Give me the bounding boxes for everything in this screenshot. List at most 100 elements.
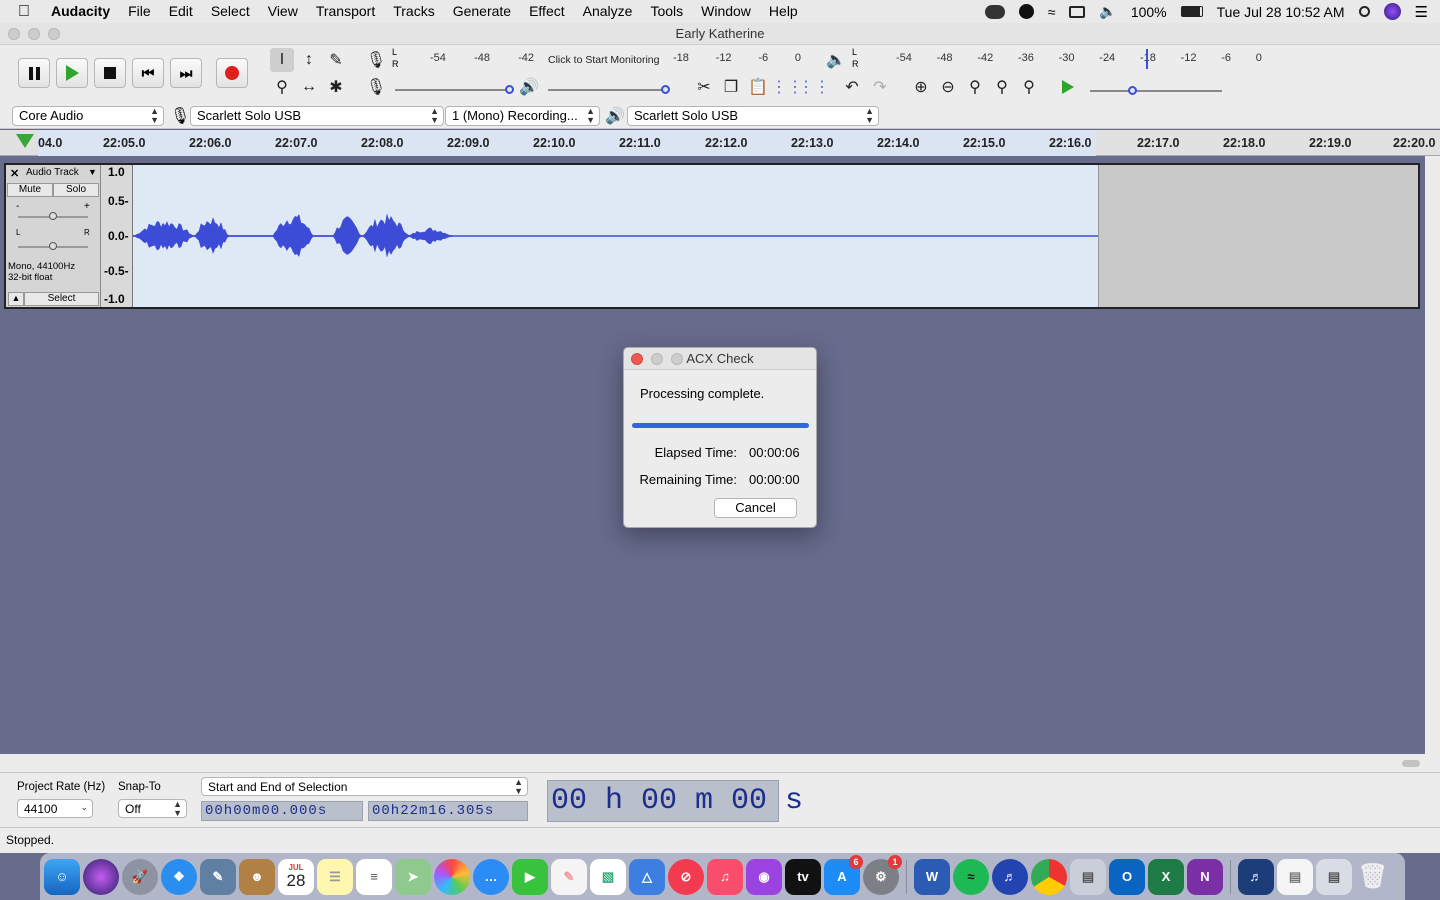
play-speed-slider[interactable] [1090,86,1222,95]
selection-mode-select[interactable]: Start and End of Selection ▲ ▼ [201,777,528,796]
menu-generate[interactable]: Generate [444,0,520,23]
word-icon[interactable]: W [914,858,950,895]
notes-icon[interactable]: ☰ [317,858,353,895]
news-icon[interactable]: ⊘ [668,858,704,895]
vertical-scrollbar[interactable] [1425,156,1440,772]
audio-host-select[interactable]: Core Audio ▲ ▼ [12,106,164,126]
zoom-in-icon[interactable]: ⊕ [909,75,933,99]
outlook-icon[interactable]: O [1109,858,1145,895]
playback-meter-scale[interactable]: -54 -48 -42 -36 -30 -24 -18 -12 -6 0 [896,52,1262,66]
menu-view[interactable]: View [259,0,307,23]
volume-icon[interactable]: 🔈 [1099,3,1116,20]
dialog-close-button[interactable] [631,353,643,365]
onenote-icon[interactable]: N [1187,858,1223,895]
facetime-icon[interactable]: ▶ [512,858,548,895]
amplitude-scale[interactable]: 1.0 0.5- 0.0- -0.5- -1.0 [101,165,133,307]
cancel-button[interactable]: Cancel [714,498,797,518]
launchpad-icon[interactable]: 🚀 [122,858,158,895]
notification-center-icon[interactable]: ☰ [1415,3,1428,21]
music-icon[interactable]: ♫ [707,858,743,895]
battery-icon[interactable] [1180,6,1203,17]
creative-cloud-icon[interactable] [984,4,1005,19]
preview-icon[interactable]: ✎ [200,858,236,895]
track-empty-area[interactable] [1098,165,1418,307]
dark-circle-icon[interactable] [1018,4,1034,19]
system-preferences-icon[interactable]: ⚙ 1 [863,854,902,895]
photos-icon[interactable] [434,858,470,895]
menu-help[interactable]: Help [760,0,807,23]
apple-tv-icon[interactable]: tv [785,858,821,895]
pages-icon[interactable]: ✎ [551,858,587,895]
trash-icon[interactable]: 🗑 [1355,859,1391,895]
wifi-icon[interactable]: ≈ [1048,4,1056,20]
recording-volume-slider[interactable] [395,85,514,94]
slider-knob[interactable] [505,85,514,94]
record-meter-mic-icon[interactable]: 🎙 [364,48,388,72]
slider-knob[interactable] [49,212,57,220]
playback-volume-slider[interactable] [548,85,670,94]
solo-button[interactable]: Solo [53,183,99,197]
calendar-icon[interactable]: JUL 28 [278,858,314,895]
skip-to-end-button[interactable]: ⏭ [170,58,202,88]
playback-device-select[interactable]: Scarlett Solo USB ▲ ▼ [627,106,879,126]
finder-icon[interactable]: ☺ [44,858,80,895]
downloads-stack-icon[interactable]: ▤ [1316,858,1352,895]
slider-knob[interactable] [49,242,57,250]
podcasts-icon[interactable]: ◉ [746,858,782,895]
play-button[interactable] [56,58,88,88]
siri-dock-icon[interactable] [83,858,119,895]
dialog-minimize-button[interactable] [651,353,663,365]
window-zoom-button[interactable] [48,28,60,40]
menu-tracks[interactable]: Tracks [384,0,443,23]
audacity-recent-icon[interactable]: ♬ [1238,858,1274,895]
recording-device-select[interactable]: Scarlett Solo USB ▲ ▼ [190,106,444,126]
siri-icon[interactable] [1383,3,1401,20]
menu-analyze[interactable]: Analyze [574,0,642,23]
play-head-triangle-icon[interactable] [16,134,34,148]
gain-slider[interactable] [18,212,88,220]
playback-meter-speaker-icon[interactable]: 🔈 [824,48,848,72]
snap-to-select[interactable]: Off ▲ ▼ [118,799,187,818]
image-capture-icon[interactable]: ▤ [1070,858,1106,895]
slider-knob[interactable] [661,85,670,94]
window-minimize-button[interactable] [28,28,40,40]
horizontal-scrollbar[interactable] [0,754,1425,772]
fit-selection-icon[interactable]: ⚲ [963,75,987,99]
menu-file[interactable]: File [119,0,160,23]
track-close-icon[interactable]: ✕ [10,167,19,180]
menu-effect[interactable]: Effect [520,0,574,23]
dialog-zoom-button[interactable] [671,353,683,365]
play-at-speed-button[interactable] [1056,75,1080,99]
silence-audio-icon[interactable]: ⋮⋮ [798,75,830,99]
menu-edit[interactable]: Edit [160,0,202,23]
envelope-tool-icon[interactable]: ↕ [297,48,321,72]
record-meter-scale-left[interactable]: -54 -48 -42 [430,52,534,66]
copy-icon[interactable]: ❐ [719,75,743,99]
click-to-start-monitoring[interactable]: Click to Start Monitoring [548,54,659,66]
waveform-selected-region[interactable] [132,165,1098,307]
spotlight-icon[interactable] [1358,6,1370,17]
pause-button[interactable] [18,58,50,88]
excel-icon[interactable]: X [1148,858,1184,895]
multi-tool-icon[interactable]: ✱ [324,75,348,99]
menu-app-name[interactable]: Audacity [42,0,119,23]
menubar-clock[interactable]: Tue Jul 28 10:52 AM [1217,4,1345,20]
apple-menu-icon[interactable]:  [0,0,42,23]
collapse-track-icon[interactable]: ▲ [8,292,24,306]
app-store-icon[interactable]: A6 [824,854,863,895]
chrome-icon[interactable] [1031,858,1067,895]
scrollbar-thumb[interactable] [1402,760,1420,767]
document-stack-icon[interactable]: ▤ [1277,858,1313,895]
stop-button[interactable] [94,58,126,88]
pan-slider[interactable] [18,242,88,250]
zoom-toggle-icon[interactable]: ⚲ [1017,75,1041,99]
undo-icon[interactable]: ↶ [840,75,864,99]
contacts-icon[interactable]: ☻ [239,858,275,895]
track-name[interactable]: Audio Track [26,167,79,178]
safari-icon[interactable]: ❖ [161,858,197,895]
reminders-icon[interactable]: ≡ [356,858,392,895]
spotify-icon[interactable]: ≈ [953,858,989,895]
zoom-tool-icon[interactable]: ⚲ [270,75,294,99]
paste-icon[interactable]: 📋 [746,75,770,99]
selection-start-time[interactable]: 00h00m00.000s [201,801,363,821]
